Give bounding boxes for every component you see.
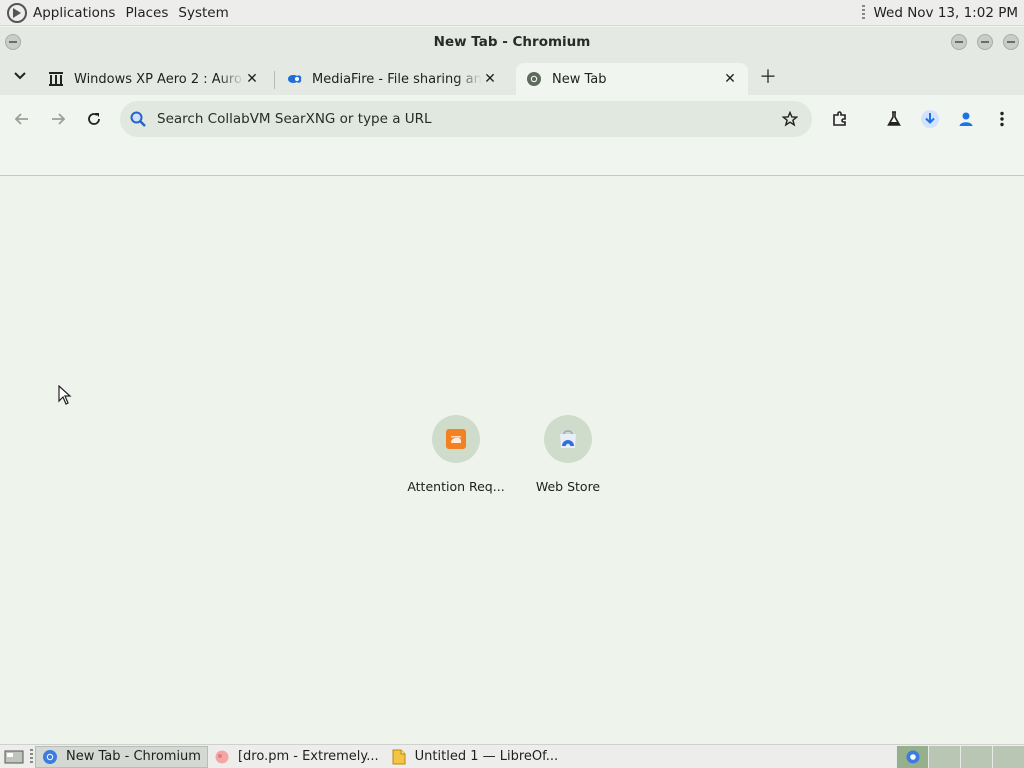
tab-new-tab[interactable]: New Tab ✕ (516, 63, 748, 95)
workspace-switcher[interactable] (896, 745, 1024, 768)
browser-toolbar: Search CollabVM SearXNG or type a URL (0, 95, 1024, 143)
omnibox[interactable]: Search CollabVM SearXNG or type a URL (120, 101, 812, 137)
shortcut-label: Attention Req... (407, 479, 505, 494)
chromium-icon (526, 71, 542, 87)
tab-separator (274, 71, 275, 89)
shortcut-tile[interactable] (432, 415, 480, 463)
libreoffice-icon (391, 749, 407, 765)
bookmark-star-icon[interactable] (780, 109, 800, 129)
tab-windows-xp-aero[interactable]: Windows XP Aero 2 : Aurorar ✕ (38, 63, 270, 95)
applications-menu[interactable]: Applications (28, 0, 120, 26)
labs-flask-icon[interactable] (880, 105, 908, 133)
shortcut-label: Web Store (535, 479, 601, 494)
window-menu-icon[interactable] (5, 34, 21, 50)
close-window-button[interactable] (1003, 34, 1019, 50)
task-label: Untitled 1 — LibreOf... (414, 749, 559, 764)
shortcut-web-store[interactable]: Web Store (512, 415, 624, 494)
taskbar-grip (30, 748, 33, 765)
attention-required-icon (445, 428, 467, 450)
omnibox-placeholder: Search CollabVM SearXNG or type a URL (157, 111, 432, 127)
panel-grip (862, 4, 866, 21)
tab-search-chevron-icon[interactable] (10, 66, 30, 86)
system-menu[interactable]: System (173, 0, 233, 26)
bookmark-bar (0, 143, 1024, 176)
close-tab-icon[interactable]: ✕ (722, 71, 738, 87)
reload-icon[interactable] (80, 105, 108, 133)
dropm-icon (214, 749, 230, 765)
archive-org-icon (48, 71, 64, 87)
web-store-icon (556, 428, 580, 450)
task-chromium[interactable]: New Tab - Chromium (35, 745, 208, 768)
tab-label: MediaFire - File sharing and s (312, 71, 482, 87)
window-title: New Tab - Chromium (433, 34, 591, 50)
new-tab-plus-icon[interactable]: ＋ (758, 66, 778, 88)
download-icon[interactable] (916, 105, 944, 133)
mouse-cursor-icon (58, 385, 72, 405)
chromium-icon (42, 749, 58, 765)
forward-arrow-icon[interactable] (44, 105, 72, 133)
task-label: [dro.pm - Extremely... (237, 749, 379, 764)
distro-logo-icon[interactable] (6, 2, 28, 24)
kebab-menu-icon[interactable] (988, 105, 1016, 133)
task-dropm[interactable]: [dro.pm - Extremely... (208, 746, 385, 768)
close-tab-icon[interactable]: ✕ (482, 71, 498, 87)
clock[interactable]: Wed Nov 13, 1:02 PM (873, 5, 1024, 21)
workspace-1[interactable] (896, 745, 928, 768)
top-panel: Applications Places System Wed Nov 13, 1… (0, 0, 1024, 26)
workspace-4[interactable] (992, 745, 1024, 768)
maximize-button[interactable] (977, 34, 993, 50)
workspace-3[interactable] (960, 745, 992, 768)
close-tab-icon[interactable]: ✕ (244, 71, 260, 87)
window-titlebar[interactable]: New Tab - Chromium (0, 27, 1024, 57)
search-icon (128, 109, 148, 129)
workspace-2[interactable] (928, 745, 960, 768)
shortcut-tile[interactable] (544, 415, 592, 463)
shortcut-attention-required[interactable]: Attention Req... (400, 415, 512, 494)
show-desktop-icon[interactable] (0, 746, 28, 768)
extensions-puzzle-icon[interactable] (826, 105, 854, 133)
places-menu[interactable]: Places (120, 0, 173, 26)
back-arrow-icon[interactable] (8, 105, 36, 133)
tab-label: New Tab (552, 71, 607, 87)
profile-avatar-icon[interactable] (952, 105, 980, 133)
bottom-taskbar: New Tab - Chromium [dro.pm - Extremely..… (0, 744, 1024, 768)
tab-strip: Windows XP Aero 2 : Aurorar ✕ MediaFire … (0, 57, 1024, 95)
new-tab-page: Attention Req... Web Store (0, 177, 1024, 743)
tab-mediafire[interactable]: MediaFire - File sharing and s ✕ (276, 63, 508, 95)
task-libreoffice[interactable]: Untitled 1 — LibreOf... (385, 746, 565, 768)
tab-label: Windows XP Aero 2 : Aurorar (74, 71, 244, 87)
minimize-button[interactable] (951, 34, 967, 50)
task-label: New Tab - Chromium (66, 749, 201, 764)
mediafire-icon (286, 71, 302, 87)
